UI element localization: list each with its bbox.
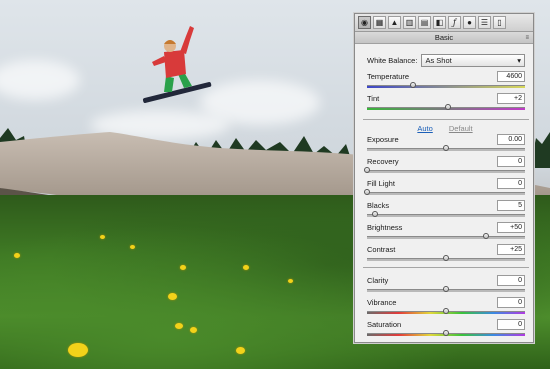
presets-icon[interactable]: ☰: [478, 16, 491, 29]
fill-light-slider-track[interactable]: [367, 192, 525, 195]
contrast-slider-thumb[interactable]: [443, 255, 449, 261]
recovery-slider-track[interactable]: [367, 170, 525, 173]
white-balance-row: White Balance: As Shot ▾: [367, 54, 525, 67]
mountain-icon[interactable]: ▲: [388, 16, 401, 29]
white-balance-label: White Balance:: [367, 56, 418, 65]
panel-toolbar: ◉ ▦ ▲ ▥ ▤ ◧ ƒ ● ☰ ▯: [355, 14, 533, 32]
tint-control: Tint +2: [367, 93, 525, 115]
brightness-slider-track[interactable]: [367, 236, 525, 239]
hsl-icon[interactable]: ▥: [403, 16, 416, 29]
cloud: [0, 60, 80, 100]
dandelion: [175, 323, 183, 329]
dandelion: [130, 245, 135, 249]
contrast-control: Contrast +25: [367, 244, 525, 266]
dandelion: [288, 279, 293, 283]
white-balance-value: As Shot: [425, 56, 452, 65]
brightness-control: Brightness +50: [367, 222, 525, 244]
vibrance-slider-thumb[interactable]: [443, 308, 449, 314]
recovery-label: Recovery: [367, 157, 399, 166]
brightness-value-field[interactable]: +50: [497, 222, 525, 233]
brightness-slider-thumb[interactable]: [482, 233, 489, 239]
dandelion: [100, 235, 105, 239]
blacks-slider-track[interactable]: [367, 214, 525, 217]
brightness-label: Brightness: [367, 223, 403, 232]
dandelion: [190, 327, 197, 333]
recovery-control: Recovery 0: [364, 156, 525, 178]
contrast-value-field[interactable]: +25: [497, 244, 525, 255]
dandelion: [180, 265, 186, 270]
auto-link[interactable]: Auto: [417, 124, 432, 133]
dandelion: [168, 293, 177, 300]
vibrance-value-field[interactable]: 0: [497, 297, 525, 308]
exposure-control: Exposure 0.00: [367, 134, 525, 156]
clarity-slider-thumb[interactable]: [443, 286, 449, 292]
temperature-control: Temperature 4600: [367, 71, 525, 93]
dandelion: [243, 265, 249, 270]
temperature-slider-track[interactable]: [367, 85, 525, 88]
fill-light-label: Fill Light: [367, 179, 395, 188]
temperature-value-field[interactable]: 4600: [497, 71, 525, 82]
blacks-value-field[interactable]: 5: [497, 200, 525, 211]
exposure-slider-thumb[interactable]: [443, 145, 449, 151]
contrast-label: Contrast: [367, 245, 396, 254]
vibrance-label: Vibrance: [367, 298, 397, 307]
divider: [363, 119, 529, 120]
split-tone-icon[interactable]: ▤: [418, 16, 431, 29]
saturation-slider-thumb[interactable]: [443, 330, 449, 336]
tint-label: Tint: [367, 94, 380, 103]
tint-slider-thumb[interactable]: [444, 104, 451, 110]
clarity-label: Clarity: [367, 276, 389, 285]
tone-curve-icon[interactable]: ▦: [373, 16, 386, 29]
blacks-control: Blacks 5: [367, 200, 525, 222]
panel-title: Basic: [434, 33, 454, 42]
temperature-slider-thumb[interactable]: [409, 82, 416, 88]
saturation-value-field[interactable]: 0: [497, 319, 525, 330]
divider: [363, 267, 529, 268]
dandelion: [236, 347, 245, 354]
fill-light-control: Fill Light 0: [364, 178, 525, 200]
clarity-control: Clarity 0: [367, 275, 525, 297]
aperture-icon[interactable]: ◉: [358, 16, 371, 29]
blacks-slider-thumb[interactable]: [371, 211, 378, 217]
fill-light-slider-thumb[interactable]: [364, 189, 370, 195]
default-link[interactable]: Default: [449, 124, 473, 133]
panel-title-bar: Basic ≡: [355, 32, 533, 44]
chevron-down-icon: ▾: [517, 56, 521, 65]
snapshot-icon[interactable]: ▯: [493, 16, 506, 29]
dandelion: [14, 253, 20, 258]
exposure-label: Exposure: [367, 135, 399, 144]
blacks-label: Blacks: [367, 201, 390, 210]
panel-menu-icon[interactable]: ≡: [525, 32, 529, 44]
saturation-label: Saturation: [367, 320, 402, 329]
fill-light-value-field[interactable]: 0: [497, 178, 525, 189]
temperature-label: Temperature: [367, 72, 410, 81]
lens-icon[interactable]: ◧: [433, 16, 446, 29]
camera-raw-panel: ◉ ▦ ▲ ▥ ▤ ◧ ƒ ● ☰ ▯ Basic ≡ White Balanc…: [354, 13, 534, 343]
clarity-value-field[interactable]: 0: [497, 275, 525, 286]
white-balance-select[interactable]: As Shot ▾: [421, 54, 525, 67]
tint-value-field[interactable]: +2: [497, 93, 525, 104]
saturation-control: Saturation 0: [367, 319, 525, 341]
vibrance-control: Vibrance 0: [367, 297, 525, 319]
fx-icon[interactable]: ƒ: [448, 16, 461, 29]
recovery-slider-thumb[interactable]: [364, 167, 370, 173]
exposure-value-field[interactable]: 0.00: [497, 134, 525, 145]
dandelion: [68, 343, 88, 357]
auto-default-links: Auto Default: [355, 124, 535, 133]
camera-icon[interactable]: ●: [463, 16, 476, 29]
recovery-value-field[interactable]: 0: [497, 156, 525, 167]
snowboarder: [142, 26, 212, 103]
